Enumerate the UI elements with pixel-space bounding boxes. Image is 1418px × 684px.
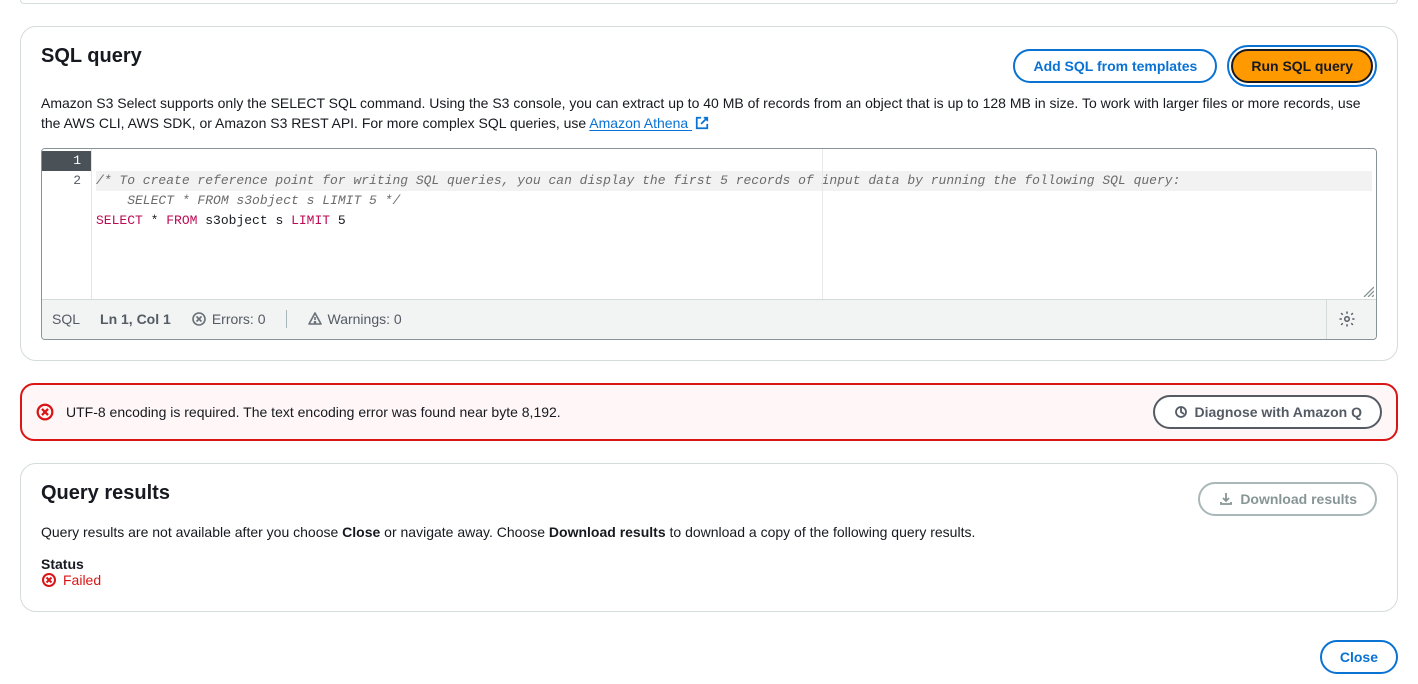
run-sql-query-focus-ring: Run SQL query (1227, 45, 1377, 87)
editor-split-divider (822, 149, 823, 299)
error-icon (36, 403, 54, 421)
editor-settings-button[interactable] (1326, 299, 1366, 339)
query-results-panel: Query results Download results Query res… (20, 463, 1398, 612)
status-failed-icon (41, 572, 57, 588)
download-icon (1218, 491, 1234, 507)
sql-query-title: SQL query (41, 45, 142, 68)
editor-status-bar: SQL Ln 1, Col 1 Errors: 0 (42, 299, 1376, 339)
code-kw-from: FROM (166, 213, 197, 228)
error-message-text: UTF-8 encoding is required. The text enc… (66, 404, 561, 420)
editor-errors-group: Errors: 0 (191, 311, 266, 327)
editor-language: SQL (52, 311, 80, 327)
run-sql-query-button[interactable]: Run SQL query (1231, 49, 1373, 83)
gear-icon (1338, 310, 1356, 328)
code-comment-1b: SELECT * FROM s3object s LIMIT 5 */ (96, 193, 400, 208)
error-count-icon (191, 311, 207, 327)
status-separator (286, 310, 287, 328)
editor-gutter: 1 2 (42, 149, 92, 299)
download-results-button: Download results (1198, 482, 1377, 516)
gutter-line-2: 2 (42, 171, 91, 191)
previous-panel-edge (20, 0, 1398, 4)
editor-warnings-text: Warnings: 0 (328, 311, 402, 327)
sql-query-description: Amazon S3 Select supports only the SELEC… (41, 93, 1377, 134)
download-results-label: Download results (1240, 491, 1357, 507)
warning-count-icon (307, 311, 323, 327)
add-sql-from-templates-button[interactable]: Add SQL from templates (1013, 49, 1217, 83)
gutter-line-1: 1 (42, 151, 91, 171)
amazon-athena-link[interactable]: Amazon Athena (589, 115, 709, 131)
status-value: Failed (41, 572, 101, 588)
code-comment-1: /* To create reference point for writing… (96, 173, 1180, 188)
amazon-athena-link-text: Amazon Athena (589, 115, 688, 131)
code-obj: s3object s (197, 213, 291, 228)
query-results-description: Query results are not available after yo… (41, 522, 1377, 542)
external-link-icon (695, 116, 709, 130)
sql-query-panel: SQL query Add SQL from templates Run SQL… (20, 26, 1398, 361)
code-kw-limit: LIMIT (291, 213, 330, 228)
code-num: 5 (330, 213, 346, 228)
diagnose-amazon-q-button[interactable]: Diagnose with Amazon Q (1153, 395, 1383, 429)
encoding-error-alert: UTF-8 encoding is required. The text enc… (20, 383, 1398, 441)
resize-handle-icon[interactable] (1362, 285, 1374, 297)
status-value-text: Failed (63, 572, 101, 588)
diagnose-label: Diagnose with Amazon Q (1195, 404, 1363, 420)
query-results-title: Query results (41, 482, 170, 505)
footer-actions: Close (20, 640, 1398, 684)
sql-editor[interactable]: 1 2 /* To create reference point for wri… (41, 148, 1377, 340)
editor-cursor-position: Ln 1, Col 1 (100, 311, 171, 327)
diagnose-icon (1173, 404, 1189, 420)
editor-warnings-group: Warnings: 0 (307, 311, 402, 327)
status-label: Status (41, 556, 1377, 572)
close-button[interactable]: Close (1320, 640, 1398, 674)
editor-errors-text: Errors: 0 (212, 311, 266, 327)
code-kw-select: SELECT (96, 213, 143, 228)
editor-code-area[interactable]: /* To create reference point for writing… (92, 149, 1376, 299)
code-star: * (143, 213, 166, 228)
